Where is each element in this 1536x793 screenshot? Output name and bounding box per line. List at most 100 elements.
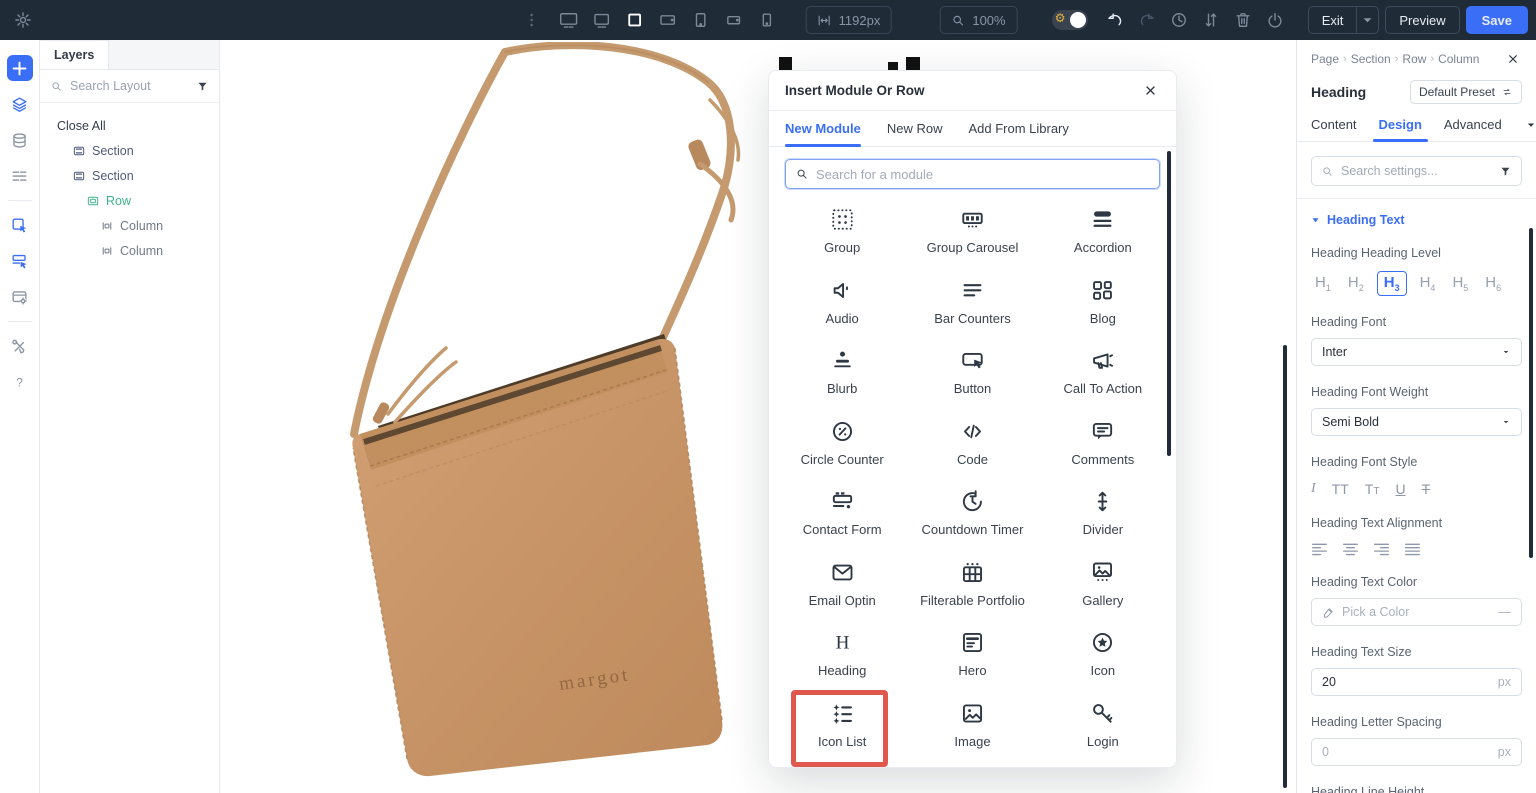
- underline-icon[interactable]: U: [1395, 481, 1405, 497]
- preview-button[interactable]: Preview: [1385, 6, 1459, 34]
- settings-panel-scrollbar[interactable]: [1529, 228, 1533, 558]
- module-item-bar-counters[interactable]: Bar Counters: [907, 270, 1037, 341]
- builder-settings-gear-icon[interactable]: [10, 7, 36, 33]
- module-item-blog[interactable]: Blog: [1038, 270, 1168, 341]
- drag-handle-icon[interactable]: [519, 7, 545, 33]
- layer-item-column-3[interactable]: Column: [40, 213, 219, 238]
- module-item-code[interactable]: Code: [907, 411, 1037, 482]
- modal-close-icon[interactable]: [1140, 81, 1160, 101]
- module-item-circle-counter[interactable]: Circle Counter: [777, 411, 907, 482]
- viewport-rect-icon[interactable]: [622, 7, 648, 33]
- arrows-updown-icon[interactable]: [1198, 7, 1224, 33]
- phone-landscape-icon[interactable]: [721, 7, 747, 33]
- module-item-countdown-timer[interactable]: Countdown Timer: [907, 481, 1037, 552]
- heading-level-h3[interactable]: H3: [1377, 271, 1407, 296]
- module-item-blurb[interactable]: Blurb: [777, 340, 907, 411]
- capitalize-icon[interactable]: TT: [1365, 481, 1380, 497]
- module-item-hero[interactable]: Hero: [907, 622, 1037, 693]
- module-item-comments[interactable]: Comments: [1038, 411, 1168, 482]
- breadcrumb-row[interactable]: Row: [1402, 52, 1426, 66]
- builder-mode-toggle[interactable]: ⚙: [1052, 10, 1088, 30]
- tab-content[interactable]: Content: [1311, 108, 1357, 141]
- save-button[interactable]: Save: [1466, 6, 1528, 34]
- module-item-heading[interactable]: HHeading: [777, 622, 907, 693]
- tablet-portrait-icon[interactable]: [688, 7, 714, 33]
- align-right-icon[interactable]: [1373, 542, 1390, 556]
- filter-funnel-icon[interactable]: [1499, 165, 1512, 178]
- wireframe-rows-icon[interactable]: [7, 163, 33, 189]
- database-icon[interactable]: [7, 127, 33, 153]
- tab-new-row[interactable]: New Row: [887, 111, 943, 146]
- help-icon[interactable]: ?: [7, 369, 33, 395]
- panel-close-icon[interactable]: [1504, 50, 1522, 68]
- zoom-level-input[interactable]: 100%: [939, 6, 1017, 34]
- module-item-icon-list[interactable]: Icon List: [777, 693, 907, 764]
- select-row-icon[interactable]: [7, 248, 33, 274]
- viewport-width-input[interactable]: 1192px: [806, 6, 892, 34]
- layers-icon[interactable]: [7, 91, 33, 117]
- heading-level-h4[interactable]: H4: [1416, 271, 1440, 296]
- module-item-button[interactable]: Button: [907, 340, 1037, 411]
- module-item-filterable-portfolio[interactable]: Filterable Portfolio: [907, 552, 1037, 623]
- module-item-call-to-action[interactable]: Call To Action: [1038, 340, 1168, 411]
- settings-search-input[interactable]: Search settings...: [1311, 156, 1522, 186]
- heading-font-select[interactable]: Inter: [1311, 338, 1522, 366]
- filter-funnel-icon[interactable]: [196, 80, 209, 93]
- tab-advanced[interactable]: Advanced: [1444, 108, 1502, 141]
- align-left-icon[interactable]: [1311, 542, 1328, 556]
- breadcrumb-page[interactable]: Page: [1311, 52, 1339, 66]
- heading-text-size-input[interactable]: 20 px: [1311, 668, 1522, 696]
- exit-caret-icon[interactable]: [1356, 7, 1378, 33]
- heading-level-h1[interactable]: H1: [1311, 271, 1335, 296]
- heading-level-h5[interactable]: H5: [1448, 271, 1472, 296]
- redo-icon[interactable]: [1134, 7, 1160, 33]
- module-item-gallery[interactable]: Gallery: [1038, 552, 1168, 623]
- phone-portrait-icon[interactable]: [754, 7, 780, 33]
- italic-icon[interactable]: I: [1311, 481, 1316, 497]
- tablet-landscape-icon[interactable]: [655, 7, 681, 33]
- breadcrumb-section[interactable]: Section: [1351, 52, 1391, 66]
- trash-icon[interactable]: [1230, 7, 1256, 33]
- module-item-contact-form[interactable]: Contact Form: [777, 481, 907, 552]
- module-settings-icon[interactable]: [7, 284, 33, 310]
- tools-icon[interactable]: [7, 333, 33, 359]
- module-item-login[interactable]: Login: [1038, 693, 1168, 764]
- color-clear-dash[interactable]: —: [1499, 605, 1512, 619]
- module-item-image[interactable]: Image: [907, 693, 1037, 764]
- power-icon[interactable]: [1262, 7, 1288, 33]
- strikethrough-icon[interactable]: T: [1422, 481, 1431, 497]
- heading-font-weight-select[interactable]: Semi Bold: [1311, 408, 1522, 436]
- exit-button[interactable]: Exit: [1308, 6, 1380, 34]
- align-justify-icon[interactable]: [1404, 542, 1421, 556]
- module-item-divider[interactable]: Divider: [1038, 481, 1168, 552]
- module-item-icon[interactable]: Icon: [1038, 622, 1168, 693]
- select-module-icon[interactable]: [7, 212, 33, 238]
- canvas-scrollbar[interactable]: [1283, 345, 1287, 788]
- add-button[interactable]: [7, 55, 33, 81]
- heading-level-h6[interactable]: H6: [1481, 271, 1505, 296]
- module-item-group-carousel[interactable]: Group Carousel: [907, 199, 1037, 270]
- tab-layers[interactable]: Layers: [40, 40, 109, 69]
- uppercase-icon[interactable]: TT: [1332, 481, 1349, 497]
- heading-text-color-picker[interactable]: Pick a Color —: [1311, 598, 1522, 626]
- module-item-accordion[interactable]: Accordion: [1038, 199, 1168, 270]
- default-preset-button[interactable]: Default Preset: [1410, 80, 1522, 104]
- close-all-button[interactable]: Close All: [40, 113, 219, 138]
- heading-level-h2[interactable]: H2: [1344, 271, 1368, 296]
- heading-letter-spacing-input[interactable]: 0 px: [1311, 738, 1522, 766]
- tab-design[interactable]: Design: [1379, 108, 1422, 141]
- breadcrumb-column[interactable]: Column: [1438, 52, 1479, 66]
- desktop-sm-icon[interactable]: [589, 7, 615, 33]
- tab-new-module[interactable]: New Module: [785, 111, 861, 146]
- layer-item-row-2[interactable]: Row: [40, 188, 219, 213]
- modal-scrollbar[interactable]: [1167, 151, 1171, 456]
- layers-search-input[interactable]: Search Layout: [40, 70, 219, 103]
- layer-item-section-0[interactable]: Section: [40, 138, 219, 163]
- history-icon[interactable]: [1166, 7, 1192, 33]
- module-item-email-optin[interactable]: Email Optin: [777, 552, 907, 623]
- tab-add-from-library[interactable]: Add From Library: [968, 111, 1068, 146]
- align-center-icon[interactable]: [1342, 542, 1359, 556]
- module-search-input[interactable]: Search for a module: [785, 159, 1160, 189]
- desktop-lg-icon[interactable]: [556, 7, 582, 33]
- module-item-audio[interactable]: Audio: [777, 270, 907, 341]
